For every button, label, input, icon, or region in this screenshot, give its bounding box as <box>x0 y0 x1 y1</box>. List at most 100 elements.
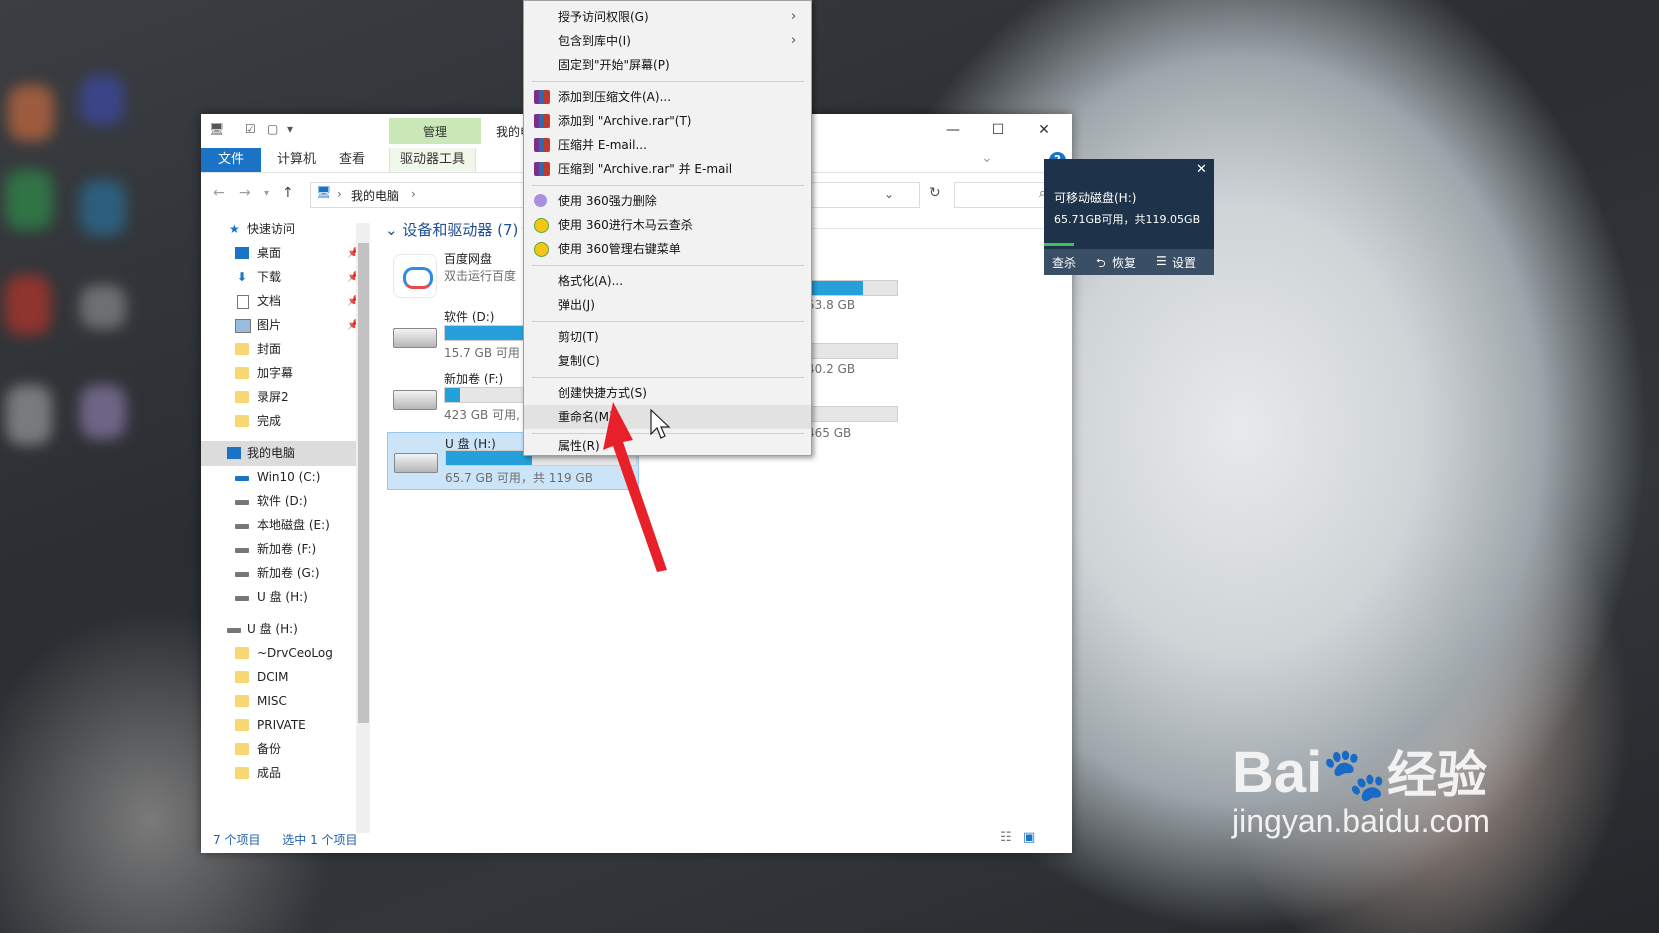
sidebar-item-drive-g[interactable]: 新加卷 (G:) <box>201 561 363 586</box>
windows-drive-icon <box>235 476 249 481</box>
sidebar-item-usb-drive[interactable]: U 盘 (H:) <box>201 617 363 642</box>
scrollbar-thumb[interactable] <box>358 243 369 723</box>
notification-detail: 65.71GB可用，共119.05GB <box>1054 213 1201 226</box>
sidebar-item-drive-c[interactable]: Win10 (C:) <box>201 465 363 490</box>
properties-icon[interactable]: ☑ <box>245 122 256 136</box>
sidebar-item-drive-d[interactable]: 软件 (D:) <box>201 489 363 514</box>
baidu-watermark: Bai🐾经验 jingyan.baidu.com <box>1232 735 1490 840</box>
recent-chevron-icon[interactable]: ▾ <box>264 188 269 199</box>
star-icon: ★ <box>229 222 240 236</box>
360-icon <box>534 218 549 233</box>
tab-drive-tools[interactable]: 驱动器工具 <box>389 148 477 172</box>
capacity-bar <box>806 280 898 296</box>
winrar-icon <box>534 114 550 128</box>
sidebar-item-folder[interactable]: 录屏2 <box>201 385 363 410</box>
watermark-url: jingyan.baidu.com <box>1232 803 1490 839</box>
sidebar-item-folder[interactable]: ~DrvCeoLog <box>201 641 363 666</box>
menu-item-cut[interactable]: 剪切(T) <box>524 325 811 349</box>
navigation-pane: ★ 快速访问 桌面 📌 ⬇ 下载 📌 文档 📌 图片 📌 封面 加字幕 录屏2 完成 我的电… <box>201 217 367 833</box>
sidebar-item-folder[interactable]: 成品 <box>201 761 363 786</box>
back-icon[interactable]: ← <box>213 185 225 201</box>
usb-notification: ✕ 可移动磁盘(H:) 65.71GB可用，共119.05GB 查杀 ⮌ 恢复 … <box>1044 159 1214 275</box>
tab-manage[interactable]: 管理 <box>389 118 481 144</box>
sidebar-item-pictures[interactable]: 图片 📌 <box>201 313 363 338</box>
tab-computer[interactable]: 计算机 <box>267 148 326 172</box>
menu-separator <box>532 185 804 186</box>
notification-actions: 查杀 ⮌ 恢复 ☰ 设置 <box>1044 249 1214 275</box>
sidebar-item-desktop[interactable]: 桌面 📌 <box>201 241 363 266</box>
group-header-devices[interactable]: ⌄ 设备和驱动器 (7) <box>385 219 518 240</box>
chevron-right-icon: › <box>791 9 797 24</box>
close-icon[interactable]: ✕ <box>1196 162 1207 177</box>
menu-item-pin-to-start[interactable]: 固定到"开始"屏幕(P) <box>524 53 811 77</box>
menu-item-format[interactable]: 格式化(A)... <box>524 269 811 293</box>
menu-item-include-in-library[interactable]: 包含到库中(I) › <box>524 29 811 53</box>
new-folder-icon[interactable]: ▢ <box>267 122 278 136</box>
sidebar-item-downloads[interactable]: ⬇ 下载 📌 <box>201 265 363 290</box>
refresh-icon[interactable]: ↻ <box>929 185 941 201</box>
tab-file[interactable]: 文件 <box>201 148 261 172</box>
minimize-button[interactable]: — <box>931 118 975 142</box>
menu-item-360-menu-manager[interactable]: 使用 360管理右键菜单 <box>524 237 811 261</box>
details-view-icon[interactable]: ☷ <box>1000 830 1012 845</box>
360-shred-icon <box>534 194 547 207</box>
sidebar-item-folder[interactable]: 加字幕 <box>201 361 363 386</box>
address-dropdown-icon[interactable]: ⌄ <box>884 187 894 201</box>
sidebar-item-drive-e[interactable]: 本地磁盘 (E:) <box>201 513 363 538</box>
menu-item-give-access[interactable]: 授予访问权限(G) › <box>524 5 811 29</box>
folder-icon <box>235 671 249 683</box>
download-icon: ⬇ <box>237 270 248 284</box>
usage-indicator <box>1044 243 1074 246</box>
sidebar-item-quick-access[interactable]: ★ 快速访问 <box>201 217 363 242</box>
sidebar-scrollbar[interactable] <box>356 223 370 833</box>
up-icon[interactable]: ↑ <box>282 185 294 201</box>
menu-item-copy[interactable]: 复制(C) <box>524 349 811 373</box>
capacity-fill <box>807 281 863 295</box>
sidebar-item-folder[interactable]: 封面 <box>201 337 363 362</box>
settings-button[interactable]: 设置 <box>1172 254 1196 271</box>
breadcrumb[interactable]: 我的电脑 <box>351 187 399 204</box>
notification-title: 可移动磁盘(H:) <box>1054 191 1137 205</box>
menu-item-compress-rar-email[interactable]: 压缩到 "Archive.rar" 并 E-mail <box>524 157 811 181</box>
folder-icon <box>235 647 249 659</box>
restore-button[interactable]: 恢复 <box>1112 254 1136 271</box>
breadcrumb-separator-icon: › <box>337 187 342 201</box>
desktop-icons <box>0 0 150 500</box>
menu-item-360-shred[interactable]: 使用 360强力删除 <box>524 189 811 213</box>
sidebar-item-drive-h[interactable]: U 盘 (H:) <box>201 585 363 610</box>
sidebar-item-folder[interactable]: PRIVATE <box>201 713 363 738</box>
settings-icon: ☰ <box>1156 254 1167 268</box>
tab-view[interactable]: 查看 <box>329 148 375 172</box>
winrar-icon <box>534 138 550 152</box>
capacity-bar <box>806 343 898 359</box>
folder-icon <box>235 743 249 755</box>
chevron-down-icon[interactable]: ▾ <box>287 122 293 136</box>
large-icons-view-icon[interactable]: ▣ <box>1023 830 1035 845</box>
drive-icon <box>235 548 249 553</box>
menu-item-add-to-archive[interactable]: 添加到压缩文件(A)... <box>524 85 811 109</box>
expand-ribbon-icon[interactable]: ⌄ <box>981 150 993 166</box>
folder-icon <box>235 767 249 779</box>
status-bar: 7 个项目 选中 1 个项目 <box>213 831 358 848</box>
folder-icon <box>235 343 249 355</box>
sidebar-item-drive-f[interactable]: 新加卷 (F:) <box>201 537 363 562</box>
sidebar-item-folder[interactable]: MISC <box>201 689 363 714</box>
sidebar-item-folder[interactable]: DCIM <box>201 665 363 690</box>
sidebar-item-this-pc[interactable]: 我的电脑 <box>201 441 363 466</box>
menu-item-add-to-archive-rar[interactable]: 添加到 "Archive.rar"(T) <box>524 109 811 133</box>
scan-button[interactable]: 查杀 <box>1052 254 1076 271</box>
sidebar-item-folder[interactable]: 备份 <box>201 737 363 762</box>
close-button[interactable]: ✕ <box>1022 118 1066 142</box>
winrar-icon <box>534 162 550 176</box>
capacity-fill <box>446 451 532 465</box>
menu-item-360-scan[interactable]: 使用 360进行木马云查杀 <box>524 213 811 237</box>
sidebar-item-documents[interactable]: 文档 📌 <box>201 289 363 314</box>
forward-icon[interactable]: → <box>239 185 251 201</box>
winrar-icon <box>534 90 550 104</box>
sidebar-item-folder[interactable]: 完成 <box>201 409 363 434</box>
menu-separator <box>532 377 804 378</box>
maximize-button[interactable]: ☐ <box>976 118 1020 142</box>
menu-item-compress-email[interactable]: 压缩并 E-mail... <box>524 133 811 157</box>
folder-icon <box>235 719 249 731</box>
menu-item-eject[interactable]: 弹出(J) <box>524 293 811 317</box>
